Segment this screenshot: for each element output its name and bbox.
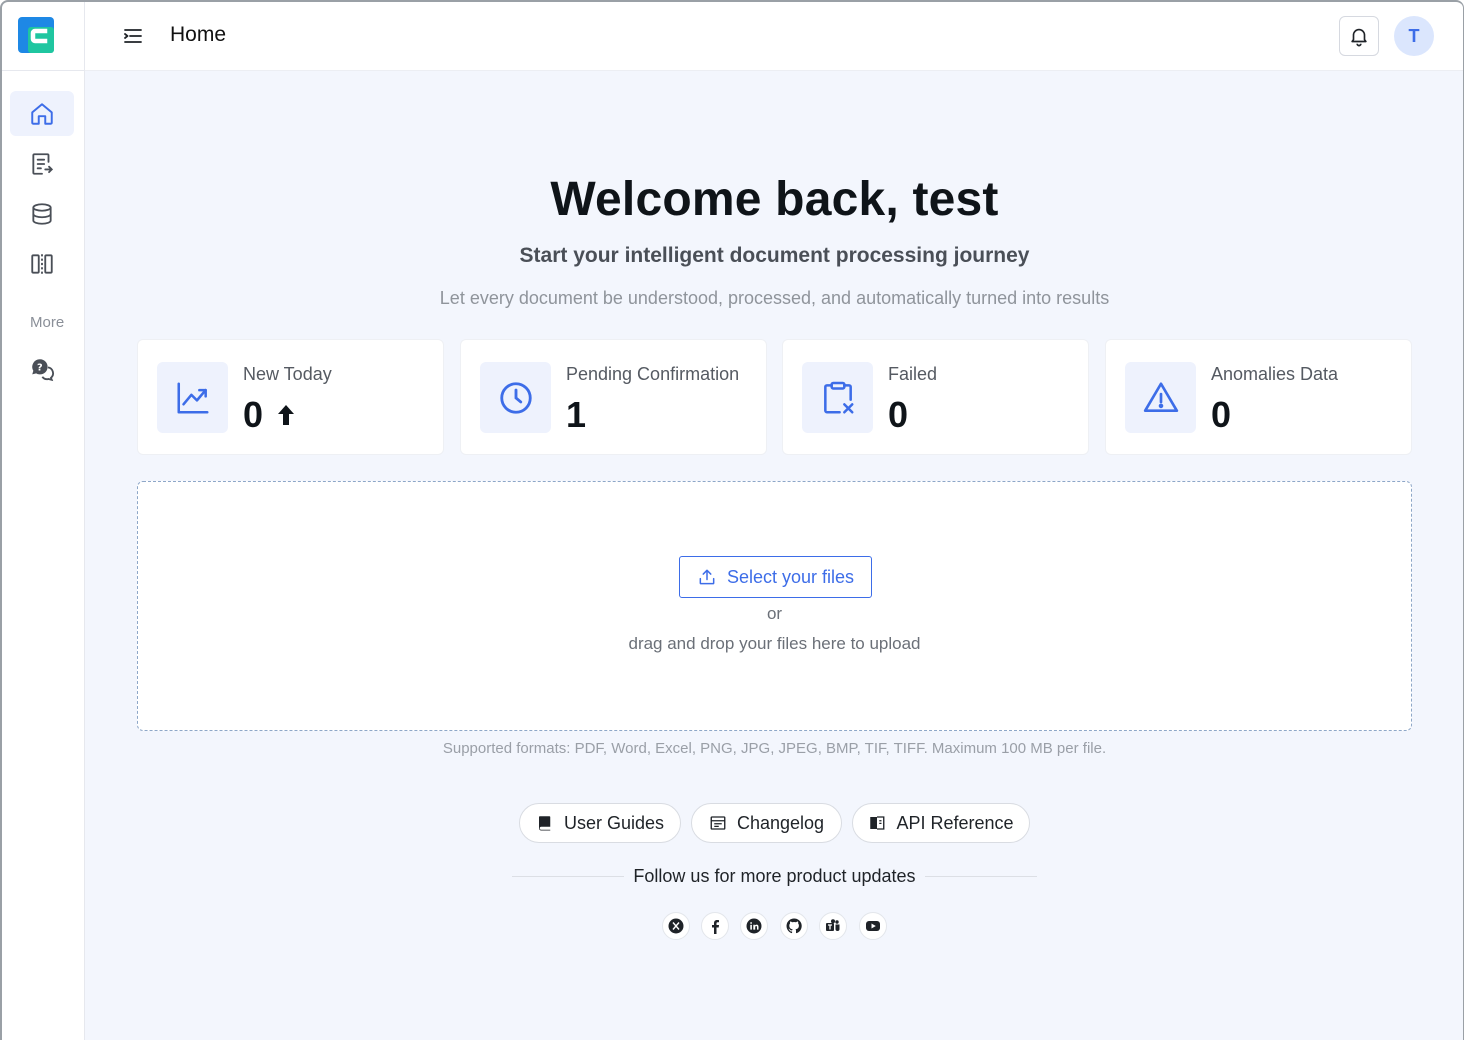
- stat-card-pending[interactable]: Pending Confirmation 1: [460, 339, 767, 455]
- social-x-link[interactable]: [662, 912, 690, 940]
- facebook-icon: [712, 919, 719, 934]
- warning-triangle-icon: [1143, 381, 1178, 412]
- user-guides-button[interactable]: User Guides: [519, 803, 681, 843]
- sidebar-item-compare[interactable]: [10, 241, 74, 286]
- welcome-title: Welcome back, test: [550, 173, 999, 226]
- linkedin-icon: [746, 918, 762, 934]
- api-reference-button[interactable]: API Reference: [852, 803, 1030, 843]
- welcome-subtitle: Start your intelligent document processi…: [519, 244, 1030, 267]
- upload-hint: drag and drop your files here to upload: [628, 634, 921, 653]
- api-reference-label: API Reference: [896, 812, 1014, 833]
- stat-icon-wrap: [480, 362, 551, 433]
- bell-icon: [1351, 28, 1367, 47]
- upload-icon: [699, 569, 715, 585]
- changelog-icon: [710, 816, 726, 830]
- home-icon: [31, 102, 53, 125]
- stat-card-new-today[interactable]: New Today 0: [137, 339, 444, 455]
- stat-label: Failed: [888, 364, 938, 384]
- select-files-button[interactable]: Select your files: [679, 556, 872, 598]
- teams-icon: [826, 919, 840, 931]
- app-logo[interactable]: [18, 17, 54, 53]
- stat-label: New Today: [243, 364, 332, 384]
- github-icon: [786, 918, 802, 934]
- stat-value-wrap: 0: [1211, 394, 1231, 436]
- more-label: More: [30, 314, 65, 331]
- sidebar-item-database[interactable]: [10, 191, 74, 236]
- menu-toggle-button[interactable]: [121, 24, 145, 48]
- upload-dropzone[interactable]: Select your files or drag and drop your …: [137, 481, 1412, 731]
- logo-area: [0, 0, 84, 71]
- menu-collapse-icon: [124, 29, 142, 43]
- social-youtube-link[interactable]: [859, 912, 887, 940]
- sidebar: More ?: [0, 0, 85, 1040]
- supported-formats: Supported formats: PDF, Word, Excel, PNG…: [442, 740, 1107, 757]
- sidebar-item-help[interactable]: ?: [10, 346, 74, 391]
- social-github-link[interactable]: [780, 912, 808, 940]
- page-title: Home: [170, 23, 227, 46]
- stat-value: 0: [243, 394, 264, 435]
- stat-value-wrap: 0: [243, 394, 295, 436]
- social-teams-link[interactable]: [819, 912, 847, 940]
- sidebar-item-documents[interactable]: [10, 141, 74, 186]
- select-files-label: Select your files: [726, 566, 855, 587]
- stat-icon-wrap: [802, 362, 873, 433]
- sidebar-item-home[interactable]: [10, 91, 74, 136]
- avatar[interactable]: T: [1394, 16, 1434, 56]
- stat-icon-wrap: [157, 362, 228, 433]
- welcome-tagline: Let every document be understood, proces…: [439, 288, 1110, 308]
- compare-icon: [31, 253, 53, 274]
- book-icon: [538, 816, 551, 831]
- x-icon: [668, 918, 684, 934]
- stat-value: 0: [888, 394, 909, 435]
- svg-text:?: ?: [37, 362, 43, 373]
- help-chat-icon: ?: [32, 358, 54, 381]
- top-bar: Home T: [85, 0, 1464, 71]
- youtube-icon: [866, 921, 880, 931]
- database-icon: [32, 202, 52, 225]
- stat-icon-wrap: [1125, 362, 1196, 433]
- document-list-icon: [32, 152, 54, 175]
- stat-value-wrap: 1: [566, 394, 586, 436]
- stat-value: 1: [566, 394, 587, 435]
- changelog-button[interactable]: Changelog: [691, 803, 842, 843]
- arrow-up-icon: [278, 405, 295, 425]
- api-book-icon: [870, 816, 885, 830]
- trend-chart-icon: [176, 381, 209, 414]
- stat-value-wrap: 0: [888, 394, 908, 436]
- clock-icon: [499, 381, 532, 414]
- user-guides-label: User Guides: [563, 812, 665, 833]
- stat-card-anomalies[interactable]: Anomalies Data 0: [1105, 339, 1412, 455]
- notifications-button[interactable]: [1339, 16, 1379, 56]
- follow-text: Follow us for more product updates: [633, 866, 916, 886]
- upload-or-text: or: [766, 604, 783, 623]
- changelog-label: Changelog: [736, 812, 825, 833]
- social-linkedin-link[interactable]: [740, 912, 768, 940]
- clipboard-x-icon: [823, 381, 854, 414]
- stat-label: Pending Confirmation: [566, 364, 740, 384]
- social-facebook-link[interactable]: [701, 912, 729, 940]
- stat-label: Anomalies Data: [1211, 364, 1339, 384]
- stat-value: 0: [1211, 394, 1232, 435]
- stat-card-failed[interactable]: Failed 0: [782, 339, 1089, 455]
